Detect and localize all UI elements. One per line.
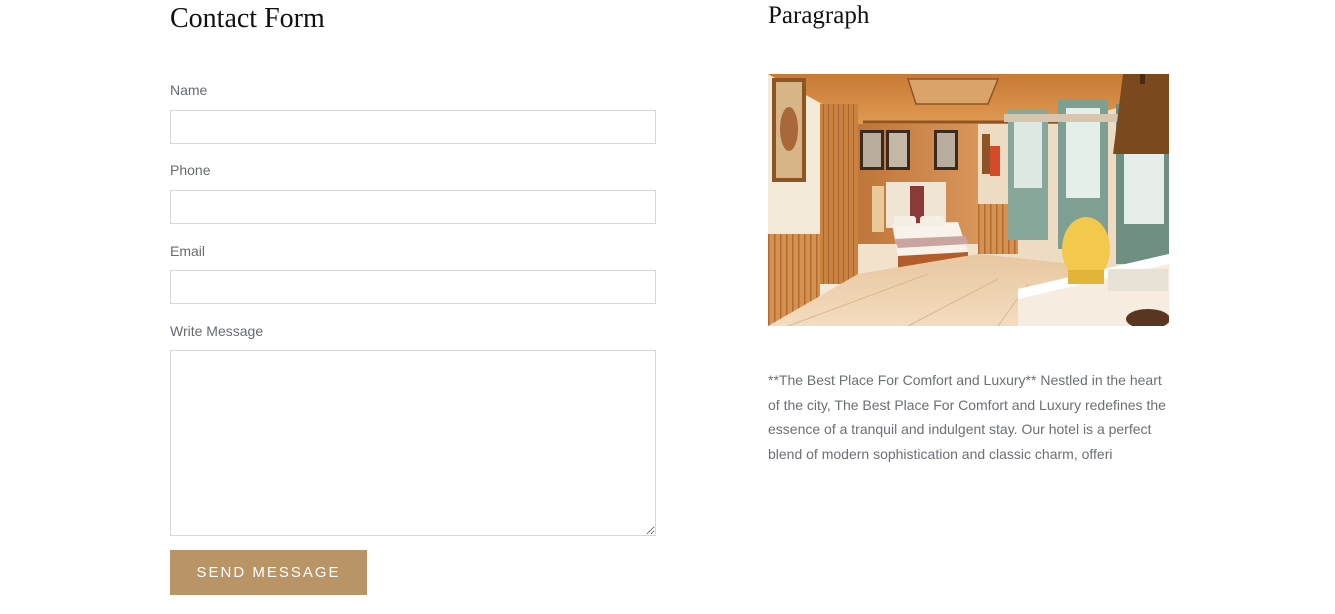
phone-label: Phone (170, 162, 211, 178)
email-input[interactable] (170, 270, 656, 304)
hotel-room-image (768, 74, 1169, 326)
phone-input[interactable] (170, 190, 656, 224)
name-label: Name (170, 82, 208, 98)
name-input[interactable] (170, 110, 656, 144)
email-label: Email (170, 243, 206, 259)
paragraph-title: Paragraph (768, 2, 870, 29)
message-textarea[interactable] (170, 350, 656, 536)
contact-form-title: Contact Form (170, 3, 325, 34)
send-message-button[interactable]: SEND MESSAGE (170, 550, 367, 595)
message-label: Write Message (170, 323, 264, 339)
paragraph-body: **The Best Place For Comfort and Luxury*… (768, 372, 1166, 462)
